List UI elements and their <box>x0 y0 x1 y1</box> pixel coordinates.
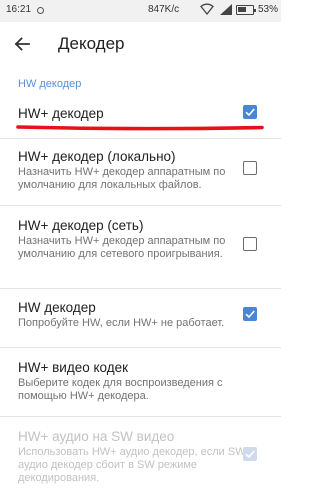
setting-title: HW+ декодер (сеть) <box>18 218 144 233</box>
back-button[interactable] <box>8 30 36 58</box>
setting-hw-plus-video-codec[interactable]: HW+ видео кодек Выберите кодек для воспр… <box>0 348 281 416</box>
signal-icon <box>220 4 232 15</box>
setting-hw-plus-decoder-network[interactable]: HW+ декодер (сеть) Назначить HW+ декодер… <box>0 206 281 288</box>
hw-plus-decoder-local-checkbox[interactable] <box>243 161 257 175</box>
hw-plus-audio-checkbox <box>243 447 257 461</box>
setting-summary: Назначить HW+ декодер аппаратным по умол… <box>18 166 226 191</box>
setting-hw-plus-decoder-local[interactable]: HW+ декодер (локально) Назначить HW+ дек… <box>0 139 281 205</box>
check-icon <box>245 108 255 117</box>
setting-summary: Назначить HW+ декодер аппаратным по умол… <box>18 235 226 260</box>
arrow-left-icon <box>14 37 30 51</box>
setting-hw-decoder[interactable]: HW декодер Попробуйте HW, если HW+ не ра… <box>0 289 281 347</box>
section-header: HW декодер <box>18 78 82 90</box>
hw-plus-decoder-checkbox[interactable] <box>243 105 257 119</box>
hw-decoder-checkbox[interactable] <box>243 307 257 321</box>
setting-hw-plus-audio-on-sw-video: HW+ аудио на SW видео Использовать HW+ а… <box>0 417 281 500</box>
setting-summary: Выберите кодек для воспроизведения с пом… <box>18 377 223 402</box>
setting-summary: Использовать HW+ аудио декодер, если SW … <box>18 446 246 484</box>
notification-icon <box>37 7 44 14</box>
status-time: 16:21 <box>6 4 32 15</box>
app-bar: Декодер <box>0 22 281 66</box>
annotation-underline <box>16 125 264 131</box>
wifi-icon <box>200 3 214 15</box>
status-network-speed: 847K/c <box>148 4 180 15</box>
setting-title: HW+ аудио на SW видео <box>18 429 175 444</box>
setting-title: HW декодер <box>18 300 96 315</box>
setting-title: HW+ декодер <box>18 106 104 121</box>
page-title: Декодер <box>58 34 125 53</box>
battery-icon <box>236 5 256 15</box>
setting-title: HW+ декодер (локально) <box>18 149 176 164</box>
setting-title: HW+ видео кодек <box>18 360 129 375</box>
hw-plus-decoder-network-checkbox[interactable] <box>243 237 257 251</box>
setting-summary: Попробуйте HW, если HW+ не работает. <box>18 317 225 329</box>
check-icon <box>245 450 255 459</box>
status-bar: 16:21 847K/c 53% <box>0 0 281 22</box>
setting-hw-plus-decoder[interactable]: HW+ декодер <box>0 96 281 138</box>
status-battery-percent: 53% <box>258 4 279 15</box>
check-icon <box>245 310 255 319</box>
